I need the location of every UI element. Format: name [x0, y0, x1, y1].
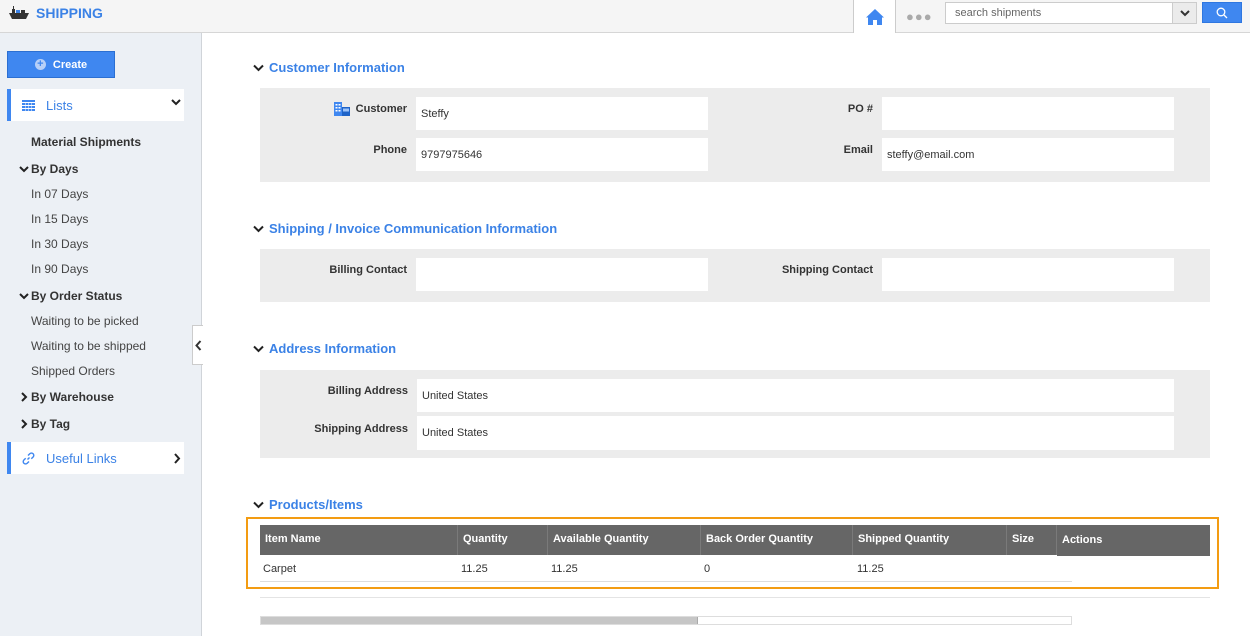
app-brand[interactable]: SHIPPING — [8, 5, 103, 21]
section-toggle-communication-information[interactable]: Shipping / Invoice Communication Informa… — [253, 221, 557, 236]
chevron-down-icon — [171, 99, 181, 106]
sidebar-item-in-15-days[interactable]: In 15 Days — [31, 212, 88, 226]
chevron-down-icon — [19, 292, 29, 299]
column-header-item-name[interactable]: Item Name — [260, 525, 458, 555]
useful-links-panel-toggle[interactable]: Useful Links — [7, 442, 184, 474]
chevron-down-icon — [253, 501, 264, 508]
column-header-shipped-quantity[interactable]: Shipped Quantity — [853, 525, 1007, 555]
column-header-actions: Actions — [1057, 525, 1210, 556]
chevron-down-icon — [1179, 9, 1190, 16]
group-label: By Days — [31, 162, 79, 176]
shipping-contact-label: Shipping Contact — [781, 264, 873, 276]
po-number-field[interactable] — [882, 97, 1174, 130]
phone-field[interactable] — [416, 138, 708, 171]
home-button[interactable] — [853, 0, 896, 33]
section-title: Shipping / Invoice Communication Informa… — [269, 221, 558, 236]
ship-icon — [8, 5, 30, 21]
phone-label: Phone — [373, 144, 407, 156]
cell-available-quantity: 11.25 — [551, 563, 578, 575]
plus-circle-icon: + — [34, 59, 46, 70]
sidebar-group-by-days[interactable]: By Days — [19, 162, 78, 176]
chevron-left-icon — [194, 339, 201, 351]
create-button[interactable]: + Create — [7, 51, 115, 78]
create-button-label: Create — [52, 58, 88, 71]
useful-links-label: Useful Links — [46, 450, 117, 466]
cell-quantity: 11.25 — [461, 563, 488, 575]
group-label: By Order Status — [31, 289, 123, 303]
scrollbar-thumb[interactable] — [261, 617, 699, 624]
chevron-down-icon — [253, 225, 264, 232]
home-icon — [865, 8, 884, 25]
lists-label: Lists — [46, 97, 73, 113]
cell-item-name: Carpet — [263, 563, 297, 575]
billing-address-field[interactable] — [417, 379, 1174, 412]
section-toggle-address-information[interactable]: Address Information — [253, 341, 396, 356]
search-icon — [1216, 7, 1228, 18]
customer-label: Customer — [355, 103, 407, 115]
sidebar: + Create Lists Material Shipments By Day… — [0, 33, 202, 636]
table-icon — [22, 99, 35, 111]
section-title: Address Information — [269, 341, 397, 356]
sidebar-collapse-handle[interactable] — [192, 325, 203, 365]
more-menu-button[interactable]: ●●● — [906, 9, 933, 24]
group-label: By Warehouse — [31, 390, 114, 404]
sidebar-item-shipped-orders[interactable]: Shipped Orders — [31, 364, 115, 378]
sidebar-item-in-90-days[interactable]: In 90 Days — [31, 262, 88, 276]
chevron-down-icon — [253, 345, 264, 352]
column-header-size[interactable]: Size — [1007, 525, 1057, 555]
billing-contact-field[interactable] — [416, 258, 708, 291]
search-dropdown-button[interactable] — [1172, 2, 1197, 24]
top-bar: SHIPPING ●●● — [0, 0, 1250, 33]
app-title: SHIPPING — [36, 5, 103, 21]
products-horizontal-scrollbar[interactable] — [260, 616, 1072, 625]
chevron-down-icon — [253, 64, 264, 71]
sidebar-group-by-tag[interactable]: By Tag — [19, 417, 70, 431]
shipping-contact-field[interactable] — [882, 258, 1174, 291]
cell-shipped-quantity: 11.25 — [857, 563, 884, 575]
column-header-quantity[interactable]: Quantity — [458, 525, 548, 555]
chevron-right-icon — [174, 453, 181, 464]
sidebar-group-by-order-status[interactable]: By Order Status — [19, 289, 122, 303]
row-divider — [260, 581, 1072, 582]
customer-field[interactable] — [416, 97, 708, 130]
link-icon — [22, 451, 35, 465]
section-divider — [260, 597, 1210, 598]
group-label: By Tag — [31, 417, 71, 431]
customer-building-icon — [334, 102, 350, 116]
search-button[interactable] — [1202, 2, 1242, 23]
chevron-down-icon — [19, 165, 29, 172]
section-title: Customer Information — [269, 60, 405, 75]
chevron-right-icon — [21, 419, 28, 429]
email-label: Email — [843, 144, 873, 156]
sidebar-item-waiting-to-be-picked[interactable]: Waiting to be picked — [31, 314, 139, 328]
section-toggle-customer-information[interactable]: Customer Information — [253, 60, 405, 75]
sidebar-item-in-30-days[interactable]: In 30 Days — [31, 237, 88, 251]
sidebar-item-waiting-to-be-shipped[interactable]: Waiting to be shipped — [31, 339, 146, 353]
cell-back-order-quantity: 0 — [704, 563, 711, 575]
sidebar-item-in-07-days[interactable]: In 07 Days — [31, 187, 88, 201]
lists-panel-toggle[interactable]: Lists — [7, 89, 184, 121]
billing-address-label: Billing Address — [327, 385, 408, 397]
column-header-available-quantity[interactable]: Available Quantity — [548, 525, 701, 555]
section-toggle-products-items[interactable]: Products/Items — [253, 497, 363, 512]
products-table-header: Item Name Quantity Available Quantity Ba… — [260, 525, 1210, 556]
search-input[interactable] — [945, 2, 1173, 24]
section-title: Products/Items — [269, 497, 363, 512]
billing-contact-label: Billing Contact — [329, 264, 407, 276]
email-field[interactable] — [882, 138, 1174, 171]
column-header-back-order-quantity[interactable]: Back Order Quantity — [701, 525, 853, 555]
po-number-label: PO # — [847, 103, 873, 115]
shipping-address-label: Shipping Address — [314, 423, 408, 435]
shipping-address-field[interactable] — [417, 416, 1174, 450]
sidebar-group-by-warehouse[interactable]: By Warehouse — [19, 390, 114, 404]
chevron-right-icon — [21, 392, 28, 402]
sidebar-item-material-shipments[interactable]: Material Shipments — [31, 135, 141, 149]
